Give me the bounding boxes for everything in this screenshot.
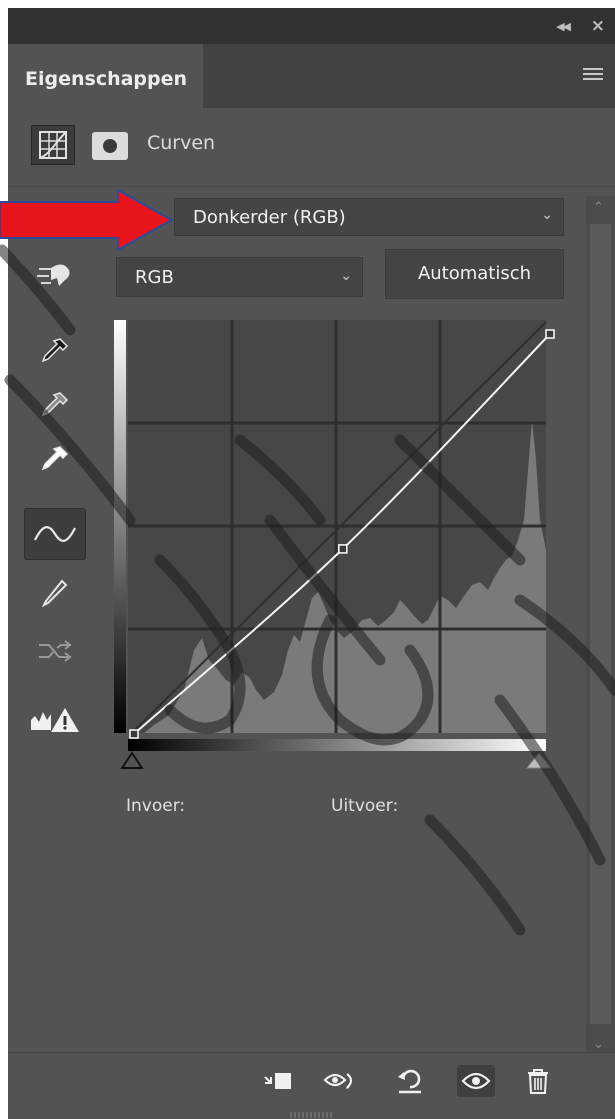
- properties-panel: ◀◀ × Eigenschappen Curven Donkerder (RGB…: [8, 8, 615, 1119]
- output-gradient-bar: [114, 320, 126, 733]
- scroll-down-icon[interactable]: ⌄: [593, 1037, 604, 1052]
- resize-grip[interactable]: [290, 1112, 334, 1118]
- scroll-up-icon[interactable]: ⌃: [593, 200, 604, 215]
- preset-value: Donkerder (RGB): [193, 207, 346, 228]
- clip-to-layer-icon[interactable]: [260, 1065, 294, 1097]
- curve-points-icon[interactable]: [24, 508, 86, 560]
- panel-menu-icon[interactable]: [583, 68, 603, 82]
- black-point-eyedropper-icon[interactable]: [24, 328, 86, 376]
- input-label: Invoer:: [126, 796, 186, 816]
- output-label: Uitvoer:: [331, 796, 399, 816]
- white-point-slider-icon[interactable]: [525, 752, 553, 769]
- view-previous-icon[interactable]: [323, 1065, 357, 1097]
- curve-point-2[interactable]: [545, 329, 555, 339]
- chevron-down-icon: ⌄: [340, 268, 352, 284]
- curves-adjustment-icon[interactable]: [31, 125, 75, 165]
- layer-mask-icon[interactable]: [92, 132, 128, 160]
- tab-bar: Eigenschappen: [8, 44, 615, 108]
- divider: [8, 186, 615, 187]
- collapse-icon[interactable]: ◀◀: [556, 20, 571, 33]
- channel-dropdown[interactable]: RGB ⌄: [116, 257, 363, 297]
- tab-properties[interactable]: Eigenschappen: [8, 44, 203, 108]
- reset-icon[interactable]: [393, 1065, 427, 1097]
- preset-dropdown[interactable]: Donkerder (RGB) ⌄: [174, 198, 564, 236]
- visibility-eye-icon[interactable]: [457, 1065, 495, 1097]
- black-point-slider-icon[interactable]: [120, 751, 144, 769]
- scrollbar[interactable]: ⌃ ⌄: [586, 196, 615, 1058]
- adjustment-title: Curven: [147, 132, 216, 154]
- curves-graph[interactable]: [114, 320, 558, 782]
- annotation-arrow: [0, 190, 175, 250]
- gray-point-eyedropper-icon[interactable]: [24, 382, 86, 430]
- on-image-adjust-icon[interactable]: [24, 252, 86, 300]
- trash-icon[interactable]: [521, 1065, 555, 1097]
- scrollbar-thumb[interactable]: [590, 224, 611, 1024]
- auto-button[interactable]: Automatisch: [385, 249, 564, 299]
- chevron-down-icon: ⌄: [541, 207, 553, 223]
- input-gradient-bar: [128, 739, 546, 751]
- pencil-icon[interactable]: [24, 568, 86, 616]
- panel-titlebar: ◀◀ ×: [8, 8, 615, 44]
- white-point-eyedropper-icon[interactable]: [24, 436, 86, 484]
- channel-value: RGB: [135, 267, 174, 288]
- curve-point-0[interactable]: [129, 729, 139, 739]
- clipping-warning-icon[interactable]: [24, 696, 86, 744]
- close-icon[interactable]: ×: [591, 16, 605, 36]
- bottom-toolbar: [8, 1052, 615, 1111]
- smooth-icon[interactable]: [24, 626, 86, 674]
- curve-point-1[interactable]: [338, 544, 348, 554]
